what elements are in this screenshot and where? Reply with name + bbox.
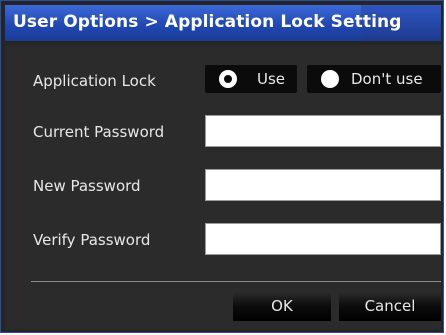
application-lock-label: Application Lock	[33, 72, 156, 90]
verify-password-field[interactable]	[205, 223, 441, 255]
ok-button[interactable]: OK	[233, 291, 331, 321]
radio-unselected-icon	[321, 70, 339, 88]
lock-option-use-label: Use	[257, 70, 286, 88]
verify-password-label: Verify Password	[33, 231, 151, 249]
radio-dot	[224, 75, 232, 83]
radio-selected-icon	[219, 70, 237, 88]
button-divider	[31, 281, 441, 282]
current-password-field[interactable]	[205, 115, 441, 147]
new-password-label: New Password	[33, 177, 141, 195]
title-bar: User Options > Application Lock Setting	[5, 5, 441, 41]
current-password-label: Current Password	[33, 123, 165, 141]
new-password-field[interactable]	[205, 169, 441, 201]
application-lock-dialog: User Options > Application Lock Setting …	[0, 0, 444, 333]
lock-option-use[interactable]: Use	[205, 65, 297, 93]
lock-option-dont-use-label: Don't use	[351, 70, 423, 88]
dialog-title: User Options > Application Lock Setting	[13, 12, 402, 32]
lock-option-dont-use[interactable]: Don't use	[307, 65, 441, 93]
cancel-button[interactable]: Cancel	[339, 291, 441, 321]
